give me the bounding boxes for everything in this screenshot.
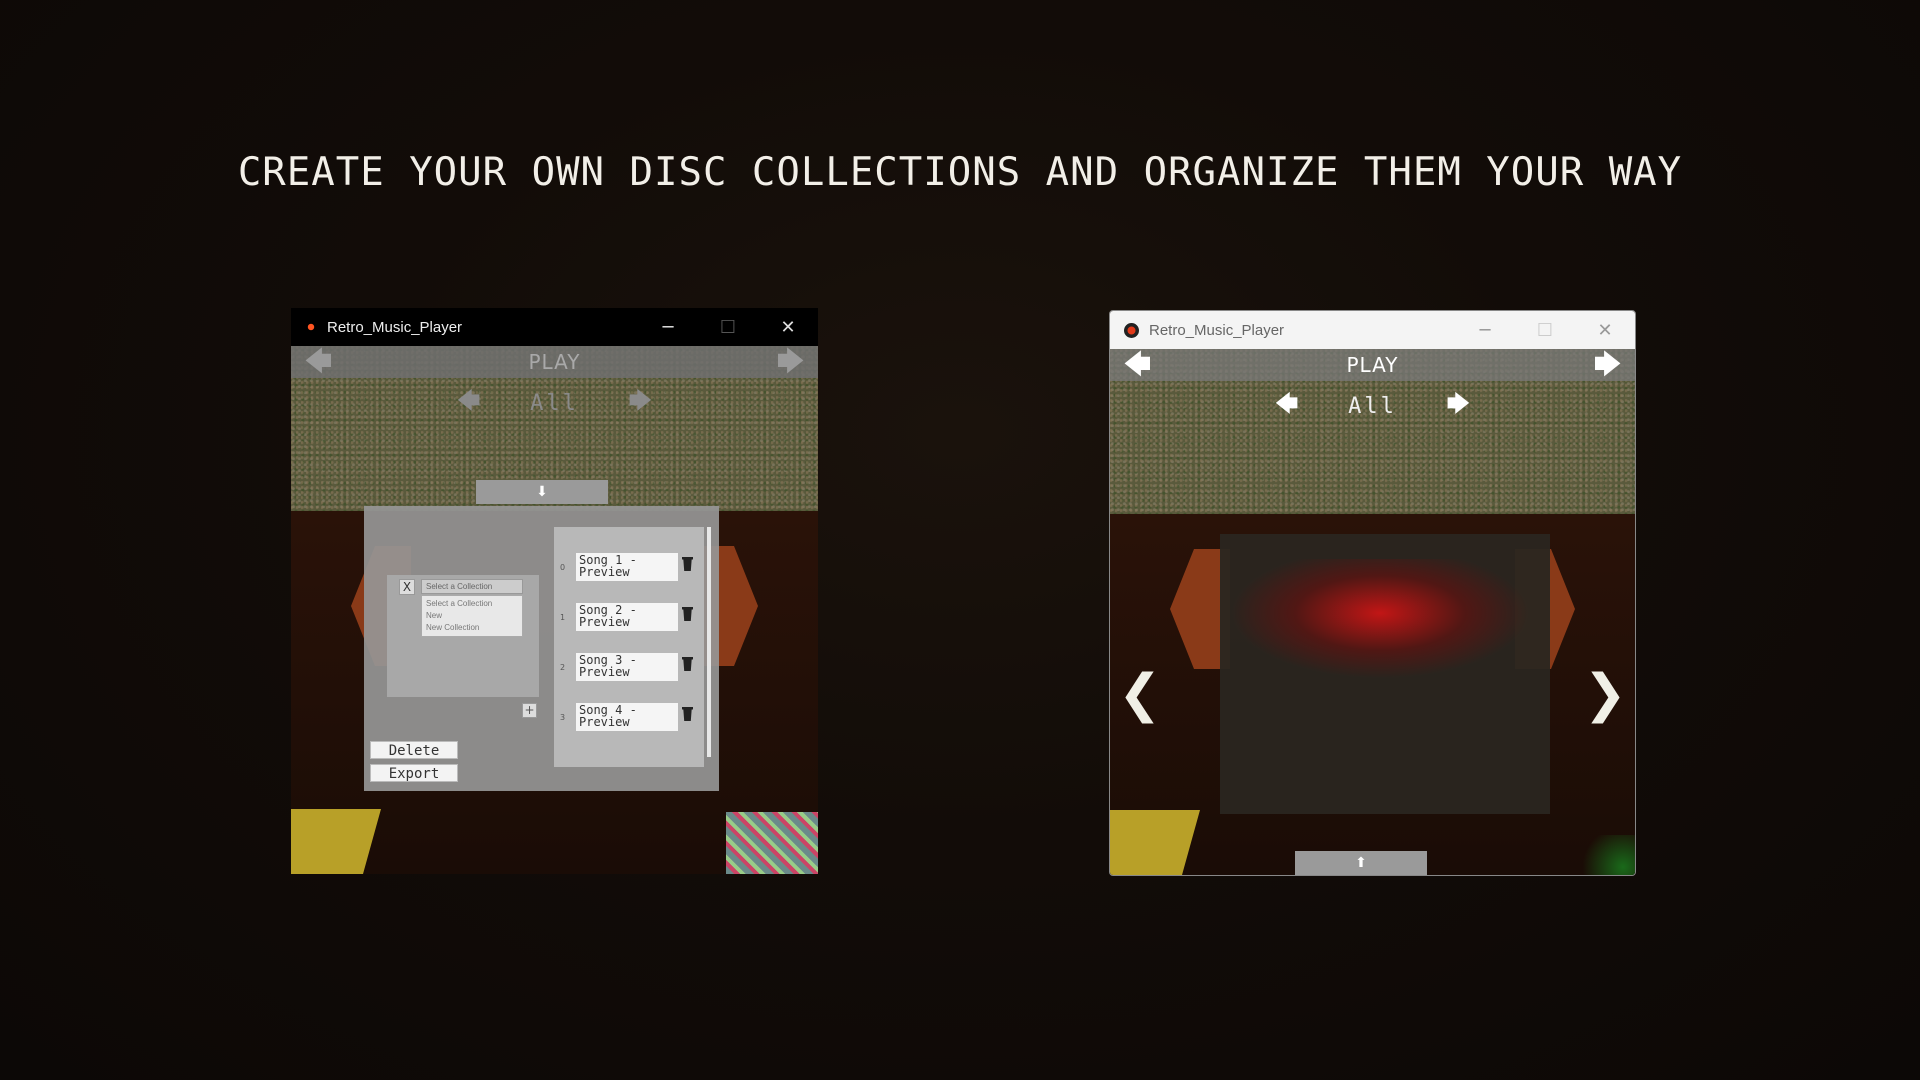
collection-area: X Select a Collection Select a Collectio… <box>387 575 539 697</box>
window-title: Retro_Music_Player <box>327 318 463 336</box>
filter-nav: 🡄 All 🡆 <box>1110 391 1635 421</box>
filter-label: All <box>1348 393 1397 419</box>
maximize-button[interactable]: ☐ <box>1515 311 1575 349</box>
play-navbar: 🡄 PLAY 🡆 <box>291 346 818 378</box>
left-app-window: Retro_Music_Player ─ ☐ ✕ 🡄 PLAY 🡆 🡄 All … <box>291 308 818 874</box>
collection-select[interactable]: Select a Collection <box>421 579 523 594</box>
app-icon <box>1124 322 1139 338</box>
song-label: Song 4 - Preview <box>576 703 678 731</box>
nav-prev-arrow-icon[interactable]: 🡄 <box>305 349 332 375</box>
close-collection-button[interactable]: X <box>399 579 415 595</box>
filter-next-arrow-icon[interactable]: 🡆 <box>1447 387 1470 425</box>
minimize-button[interactable]: ─ <box>1455 311 1515 349</box>
nav-prev-arrow-icon[interactable]: 🡄 <box>1124 352 1151 378</box>
player-view: 🡄 PLAY 🡆 🡄 All 🡆 ⬇ X Select a Collection… <box>291 346 818 874</box>
collection-option[interactable]: New <box>426 610 518 622</box>
delete-button[interactable]: Delete <box>370 741 458 759</box>
add-collection-button[interactable]: + <box>522 703 537 718</box>
song-row[interactable]: 2 Song 3 - Preview <box>554 647 704 687</box>
panel-toggle-button[interactable]: ⬆ <box>1295 851 1427 875</box>
disc-next-arrow-icon[interactable]: ❯ <box>1583 664 1627 724</box>
nav-next-arrow-icon[interactable]: 🡆 <box>1594 352 1621 378</box>
close-button[interactable]: ✕ <box>758 308 818 346</box>
minimize-button[interactable]: ─ <box>638 308 698 346</box>
collection-option[interactable]: New Collection <box>426 622 518 634</box>
song-label: Song 1 - Preview <box>576 553 678 581</box>
filter-nav: 🡄 All 🡆 <box>291 388 818 418</box>
collection-dropdown-list: Select a Collection New New Collection <box>421 595 523 637</box>
collection-panel: X Select a Collection Select a Collectio… <box>364 506 719 791</box>
headline: CREATE YOUR OWN DISC COLLECTIONS AND ORG… <box>237 150 1683 195</box>
player-view: 🡄 PLAY 🡆 🡄 All 🡆 ❮ ❯ ⬆ <box>1110 349 1635 875</box>
song-label: Song 3 - Preview <box>576 653 678 681</box>
disc-glow <box>1230 559 1530 679</box>
song-index: 1 <box>560 613 566 622</box>
panel-toggle-button[interactable]: ⬇ <box>476 480 608 504</box>
close-button[interactable]: ✕ <box>1575 311 1635 349</box>
right-app-window: Retro_Music_Player ─ ☐ ✕ 🡄 PLAY 🡆 🡄 All … <box>1109 310 1636 876</box>
maximize-button[interactable]: ☐ <box>698 308 758 346</box>
disc-prev-arrow-icon[interactable]: ❮ <box>1118 664 1162 724</box>
song-index: 0 <box>560 563 566 572</box>
song-index: 2 <box>560 663 566 672</box>
trash-icon[interactable] <box>682 607 693 621</box>
song-row[interactable]: 3 Song 4 - Preview <box>554 697 704 737</box>
nav-next-arrow-icon[interactable]: 🡆 <box>777 349 804 375</box>
song-index: 3 <box>560 713 566 722</box>
filter-prev-arrow-icon[interactable]: 🡄 <box>457 384 480 422</box>
titlebar[interactable]: Retro_Music_Player ─ ☐ ✕ <box>291 308 818 346</box>
collage-tile <box>726 812 818 874</box>
song-label: Song 2 - Preview <box>576 603 678 631</box>
window-title: Retro_Music_Player <box>1149 321 1285 339</box>
song-row[interactable]: 0 Song 1 - Preview <box>554 547 704 587</box>
nav-title: PLAY <box>528 350 581 374</box>
trash-icon[interactable] <box>682 657 693 671</box>
filter-prev-arrow-icon[interactable]: 🡄 <box>1275 387 1298 425</box>
export-button[interactable]: Export <box>370 764 458 782</box>
collection-option[interactable]: Select a Collection <box>426 598 518 610</box>
app-icon <box>305 321 317 333</box>
window-controls: ─ ☐ ✕ <box>1455 311 1635 349</box>
green-tile <box>1575 835 1635 875</box>
nav-title: PLAY <box>1346 353 1399 377</box>
song-list-scrollbar[interactable] <box>707 527 711 757</box>
window-controls: ─ ☐ ✕ <box>638 308 818 346</box>
play-navbar: 🡄 PLAY 🡆 <box>1110 349 1635 381</box>
trash-icon[interactable] <box>682 557 693 571</box>
song-list: 0 Song 1 - Preview 1 Song 2 - Preview 2 … <box>554 527 704 767</box>
song-row[interactable]: 1 Song 2 - Preview <box>554 597 704 637</box>
trash-icon[interactable] <box>682 707 693 721</box>
titlebar[interactable]: Retro_Music_Player ─ ☐ ✕ <box>1110 311 1635 349</box>
filter-label: All <box>530 390 579 416</box>
filter-next-arrow-icon[interactable]: 🡆 <box>629 384 652 422</box>
